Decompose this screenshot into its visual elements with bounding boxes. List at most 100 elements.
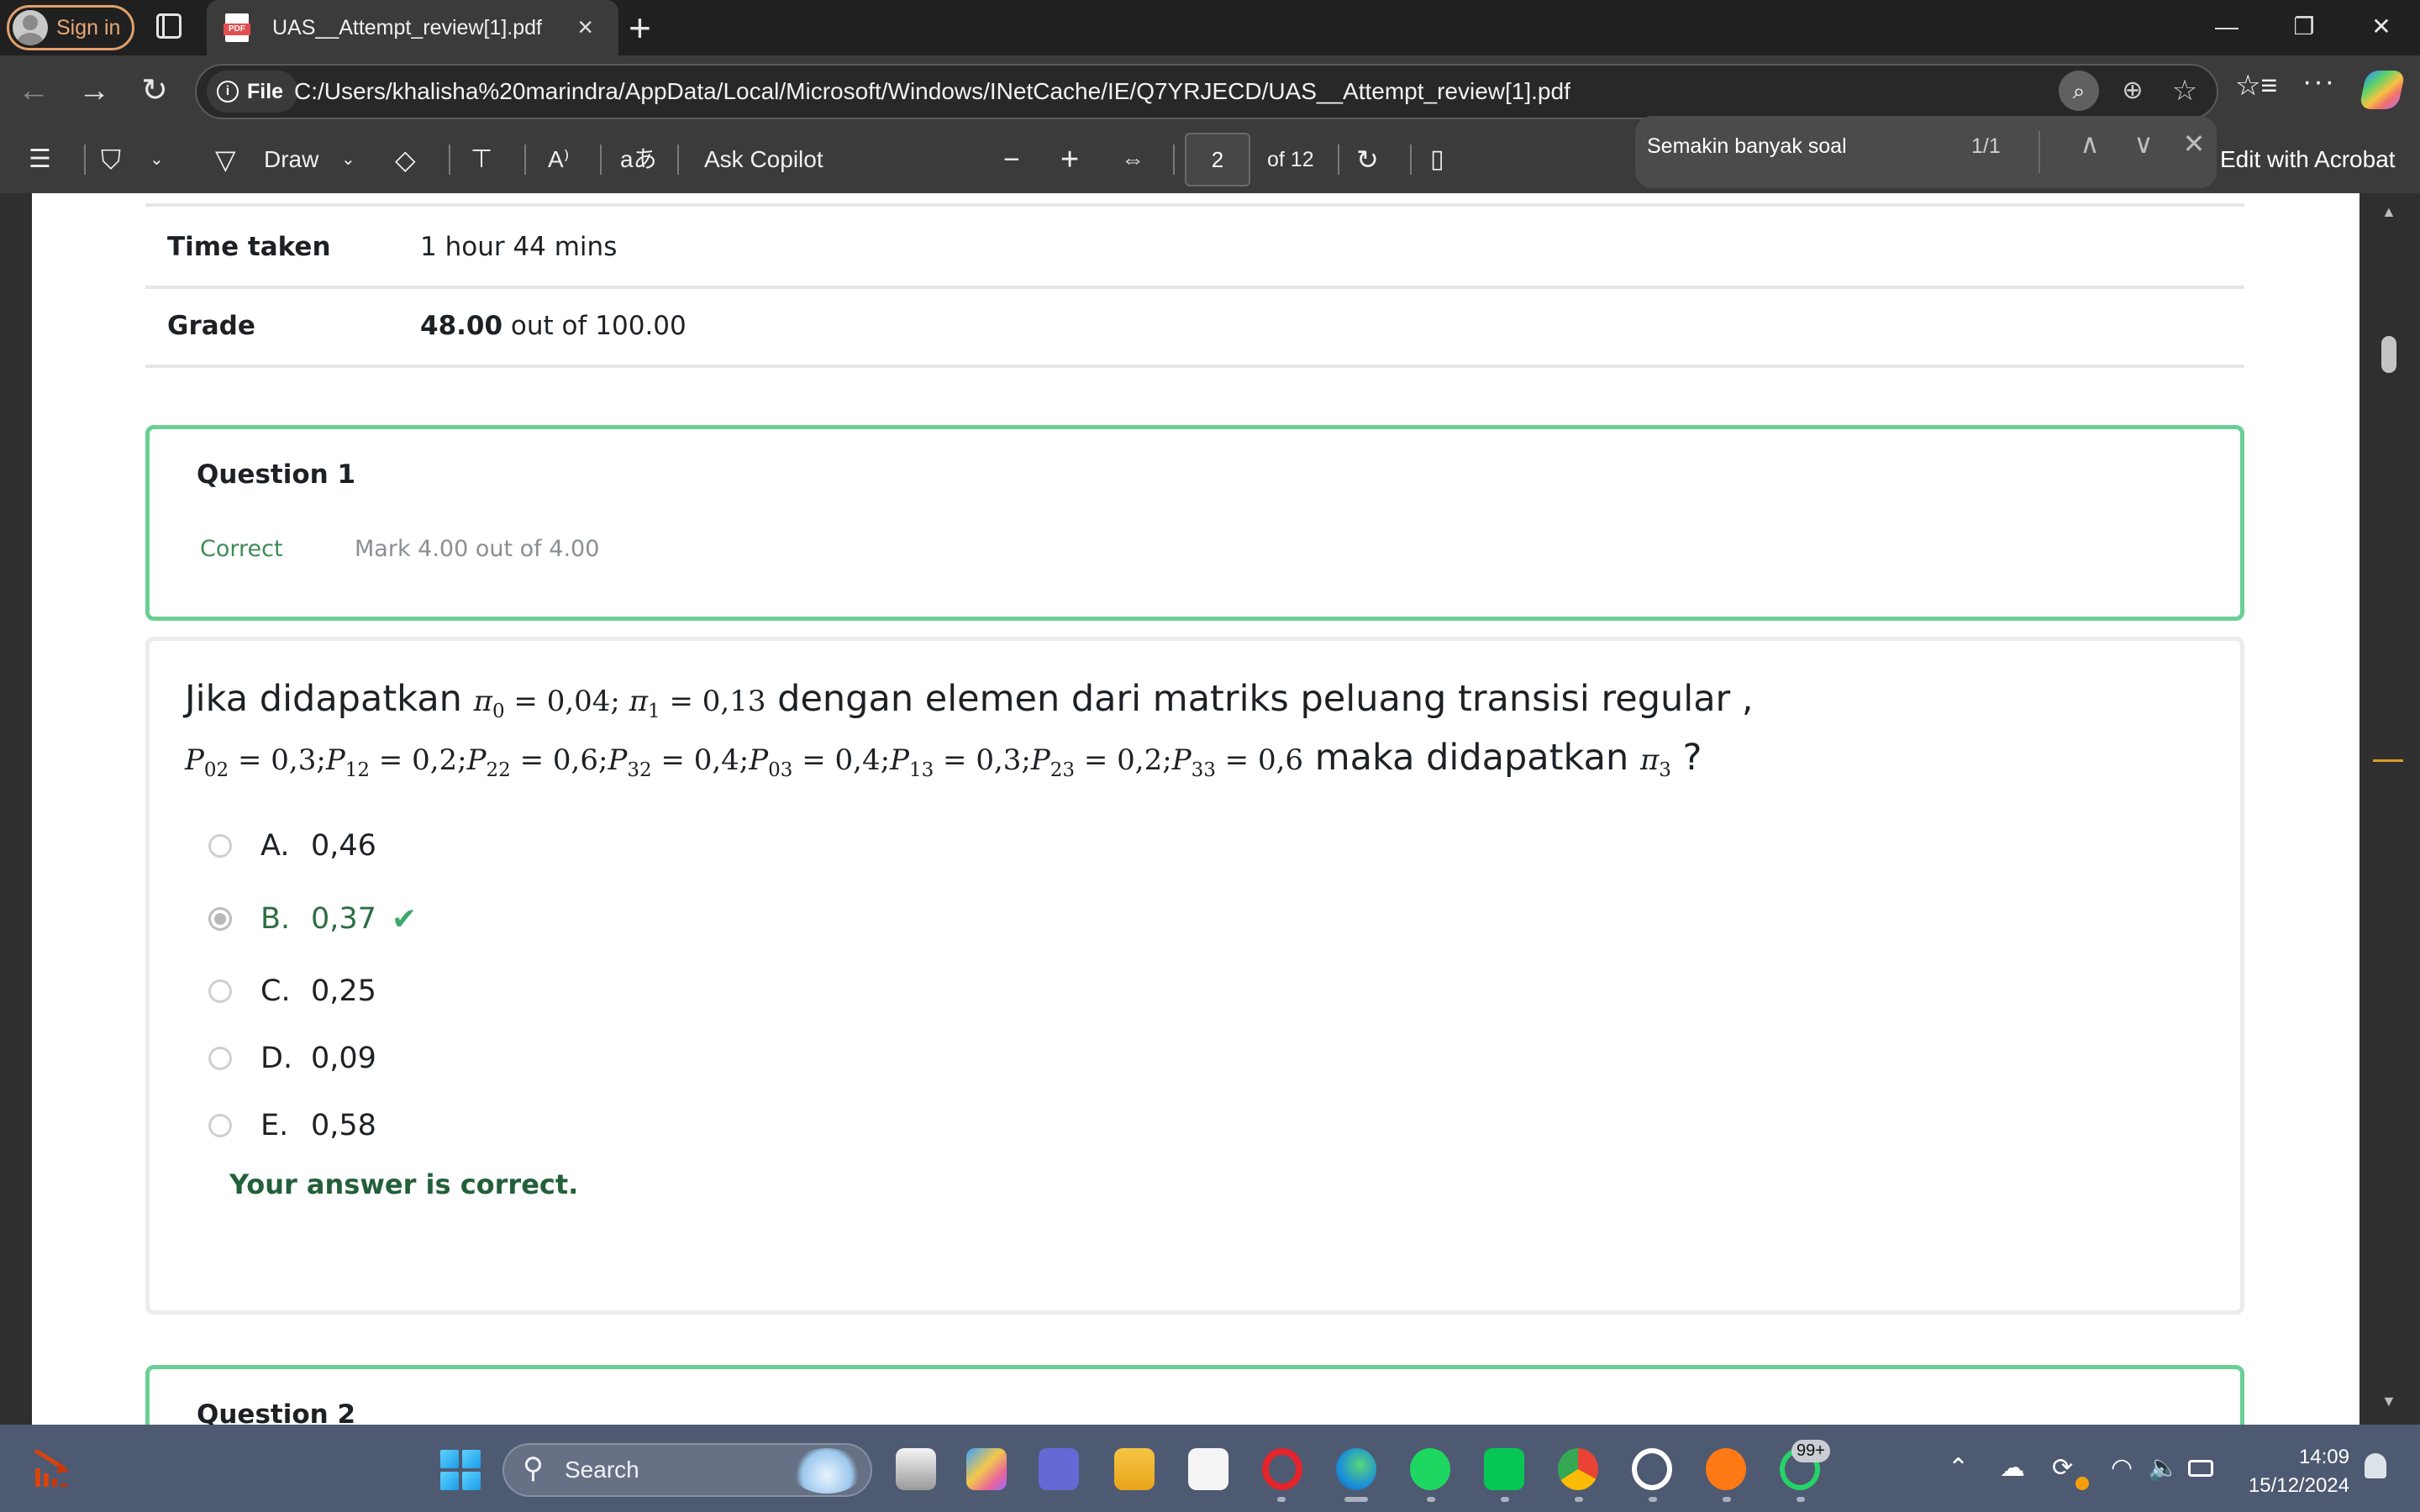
radio-button[interactable] xyxy=(208,1114,232,1137)
find-panel: Semakin banyak soal 1/1 ∧ ∨ ✕ xyxy=(1635,116,2217,188)
close-window-button[interactable]: ✕ xyxy=(2356,8,2407,45)
page-number-input[interactable]: 2 xyxy=(1185,133,1250,186)
answer-option[interactable]: A. 0,46 xyxy=(208,821,376,871)
forward-arrow-icon[interactable]: → xyxy=(72,69,116,113)
find-next-icon[interactable]: ∨ xyxy=(2123,123,2165,165)
tab-close-button[interactable]: × xyxy=(577,12,593,42)
find-previous-icon[interactable]: ∧ xyxy=(2069,123,2111,165)
tab-actions-icon[interactable] xyxy=(156,13,182,39)
answer-option[interactable]: D. 0,09 xyxy=(208,1033,376,1084)
scrollbar-thumb[interactable] xyxy=(2381,336,2396,373)
task-view-icon[interactable] xyxy=(896,1448,936,1490)
read-aloud-icon[interactable]: A⁾ xyxy=(548,126,570,193)
restore-button[interactable]: ❐ xyxy=(2279,8,2329,45)
option-value: 0,37 xyxy=(311,902,376,936)
running-indicator xyxy=(1575,1497,1583,1502)
find-result-count: 1/1 xyxy=(1971,134,2001,158)
eraser-icon[interactable]: ◇ xyxy=(395,126,416,193)
back-arrow-icon[interactable]: ← xyxy=(12,69,55,113)
page-view-icon[interactable]: ▯ xyxy=(1430,126,1444,193)
chevron-down-icon[interactable]: ⌄ xyxy=(150,126,164,193)
option-letter: B. xyxy=(260,902,291,936)
new-tab-button[interactable]: + xyxy=(629,7,651,49)
threads-icon[interactable] xyxy=(1632,1448,1672,1490)
favorites-list-icon[interactable]: ☆≡ xyxy=(2235,69,2277,102)
more-icon[interactable]: ··· xyxy=(2302,66,2336,98)
volume-icon[interactable]: 🔈 xyxy=(2148,1453,2179,1483)
text-box-icon[interactable]: ⊤ xyxy=(471,126,492,193)
battery-icon[interactable] xyxy=(2188,1460,2213,1477)
radio-button[interactable] xyxy=(208,1047,232,1070)
grade-score: 48.00 xyxy=(420,311,503,341)
answer-option[interactable]: E. 0,58 xyxy=(208,1100,376,1151)
onedrive-sync-icon[interactable]: ☁ xyxy=(2000,1453,2025,1483)
whatsapp-badge: 99+ xyxy=(1791,1440,1830,1462)
stock-down-app-icon[interactable] xyxy=(30,1446,76,1492)
radio-button[interactable] xyxy=(208,834,232,858)
clock[interactable]: 14:09 15/12/2024 xyxy=(2235,1443,2349,1500)
highlighter-icon[interactable]: ⛉ xyxy=(101,126,121,193)
find-input[interactable]: Semakin banyak soal xyxy=(1647,134,1847,159)
chevron-down-icon[interactable]: ⌄ xyxy=(341,126,355,193)
transition-element: P23 = 0,2; xyxy=(1030,743,1172,781)
tray-overflow-chevron-icon[interactable]: ⌃ xyxy=(1948,1453,1969,1483)
transition-element: P02 = 0,3; xyxy=(185,743,326,781)
running-indicator xyxy=(1797,1497,1805,1502)
microsoft-store-icon[interactable] xyxy=(1188,1448,1228,1490)
summary-label-time: Time taken xyxy=(167,232,331,262)
option-value: 0,46 xyxy=(311,829,376,863)
summary-value-time: 1 hour 44 mins xyxy=(420,232,618,262)
line-icon[interactable] xyxy=(1484,1448,1524,1490)
zoom-in-button-icon[interactable]: + xyxy=(1060,126,1079,193)
contents-list-icon[interactable]: ☰ xyxy=(29,126,51,193)
rotate-icon[interactable]: ↻ xyxy=(1356,126,1379,193)
scroll-up-icon[interactable]: ▲ xyxy=(2381,203,2396,221)
draw-pen-icon[interactable]: ▽ xyxy=(215,126,236,193)
teams-icon[interactable] xyxy=(1039,1448,1079,1490)
url-text[interactable]: C:/Users/khalisha%20marindra/AppData/Loc… xyxy=(294,66,1570,118)
fit-width-icon[interactable]: ⇔ xyxy=(1121,126,1144,193)
wifi-icon[interactable]: ◠ xyxy=(2111,1453,2133,1483)
ask-copilot-button[interactable]: Ask Copilot xyxy=(704,126,823,193)
star-icon[interactable]: ☆ xyxy=(2165,71,2205,111)
answer-option[interactable]: C. 0,25 xyxy=(208,966,376,1016)
chrome-icon[interactable] xyxy=(1558,1448,1598,1490)
notification-bell-icon[interactable] xyxy=(2365,1453,2386,1478)
zoom-in-icon[interactable]: ⊕ xyxy=(2112,71,2153,111)
spotify-icon[interactable] xyxy=(1410,1448,1450,1490)
taskbar-search[interactable]: ⚲ Search xyxy=(502,1443,872,1497)
draw-button[interactable]: Draw xyxy=(264,126,318,193)
answer-option[interactable]: B. 0,37 ✔ xyxy=(208,894,417,944)
scroll-down-icon[interactable]: ▼ xyxy=(2381,1393,2396,1410)
question-mark: Mark 4.00 out of 4.00 xyxy=(355,536,600,562)
update-icon[interactable]: ⟳ xyxy=(2052,1453,2073,1483)
tab-active[interactable]: PDF UAS__Attempt_review[1].pdf × xyxy=(207,0,618,55)
start-button[interactable] xyxy=(440,1450,481,1490)
refresh-icon[interactable]: ↻ xyxy=(133,69,176,113)
zoom-out-icon[interactable]: − xyxy=(1003,126,1020,193)
radio-button[interactable] xyxy=(208,979,232,1003)
radio-button[interactable] xyxy=(208,907,232,931)
pdf-file-icon: PDF xyxy=(224,13,250,42)
sublime-merge-icon[interactable] xyxy=(1706,1448,1746,1490)
copilot-icon[interactable] xyxy=(2359,71,2406,109)
file-explorer-icon[interactable] xyxy=(1114,1448,1155,1490)
opera-icon[interactable] xyxy=(1262,1448,1302,1490)
copilot-app-icon[interactable] xyxy=(966,1448,1007,1490)
checkmark-icon: ✔ xyxy=(391,901,418,937)
edit-with-acrobat-button[interactable]: Edit with Acrobat xyxy=(2220,126,2396,193)
question-state: Correct xyxy=(200,536,283,562)
edge-icon[interactable] xyxy=(1336,1448,1376,1490)
scrollbar-track[interactable]: ▲ ▼ xyxy=(2360,193,2420,1425)
question-text-line-2: P02 = 0,3;P12 = 0,2;P22 = 0,6;P32 = 0,4;… xyxy=(185,737,1702,781)
question-mark-symbol: ? xyxy=(1682,737,1702,779)
site-info-button[interactable]: i File xyxy=(207,71,299,113)
find-close-icon[interactable]: ✕ xyxy=(2173,123,2215,165)
document-search-icon[interactable]: ⌕ xyxy=(2059,71,2099,111)
translate-icon[interactable]: aあ xyxy=(620,126,657,193)
minimize-button[interactable]: — xyxy=(2202,8,2252,45)
address-bar[interactable]: i File C:/Users/khalisha%20marindra/AppD… xyxy=(195,64,2218,119)
table-divider xyxy=(145,286,2244,289)
option-letter: A. xyxy=(260,829,290,863)
profile-sign-in-button[interactable]: Sign in xyxy=(7,5,134,50)
